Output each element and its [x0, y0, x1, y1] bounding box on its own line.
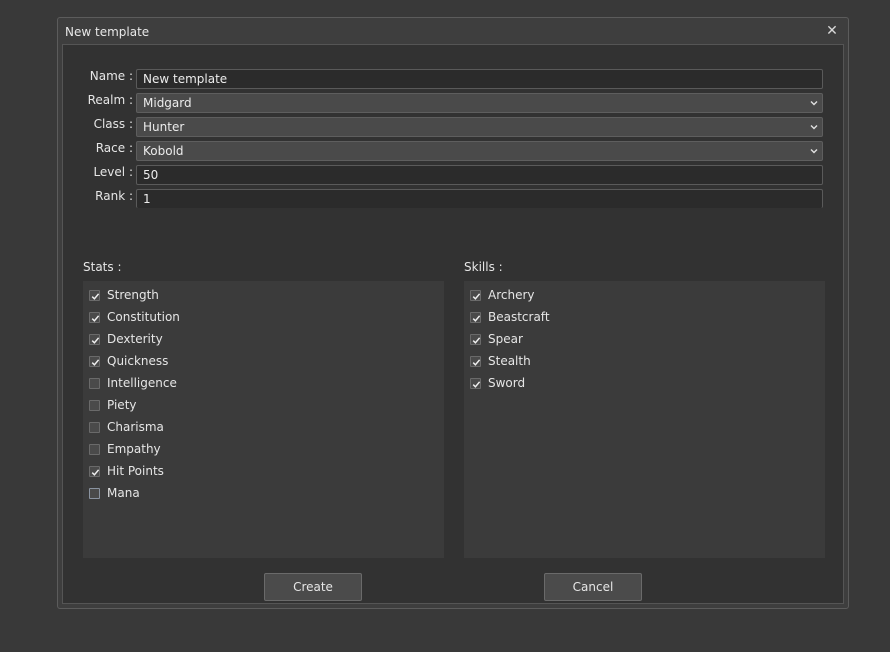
- checkbox[interactable]: [89, 355, 100, 367]
- checkbox-label: Beastcraft: [488, 310, 550, 324]
- skills-item-spear[interactable]: Spear: [470, 330, 523, 348]
- checkbox-label: Mana: [107, 486, 140, 500]
- checkbox[interactable]: [470, 355, 481, 367]
- stats-item-charisma[interactable]: Charisma: [89, 418, 164, 436]
- skills-item-sword[interactable]: Sword: [470, 374, 525, 392]
- level-label: Level :: [93, 165, 133, 179]
- checkbox[interactable]: [89, 421, 100, 433]
- checkbox[interactable]: [89, 311, 100, 323]
- title-bar[interactable]: New template ✕: [58, 18, 848, 44]
- checkmark-icon: [472, 314, 481, 322]
- checkbox[interactable]: [470, 289, 481, 301]
- checkbox-label: Intelligence: [107, 376, 177, 390]
- skills-item-archery[interactable]: Archery: [470, 286, 535, 304]
- chevron-down-icon: [810, 149, 818, 154]
- checkbox-label: Hit Points: [107, 464, 164, 478]
- skills-item-stealth[interactable]: Stealth: [470, 352, 531, 370]
- stats-item-hit-points[interactable]: Hit Points: [89, 462, 164, 480]
- dialog-content: Name : New template Realm : Midgard Clas…: [62, 44, 844, 604]
- checkmark-icon: [472, 336, 481, 344]
- stats-item-constitution[interactable]: Constitution: [89, 308, 180, 326]
- checkbox-label: Piety: [107, 398, 137, 412]
- skills-item-beastcraft[interactable]: Beastcraft: [470, 308, 550, 326]
- checkbox[interactable]: [470, 311, 481, 323]
- skills-list[interactable]: Archery Beastcraft Spear Stealth Sword: [464, 281, 825, 558]
- checkbox-label: Dexterity: [107, 332, 163, 346]
- checkbox-label: Charisma: [107, 420, 164, 434]
- stats-item-dexterity[interactable]: Dexterity: [89, 330, 163, 348]
- chevron-down-icon: [810, 125, 818, 130]
- chevron-down-icon: [810, 101, 818, 106]
- dialog-title: New template: [65, 25, 150, 39]
- rank-input[interactable]: 1: [136, 189, 823, 208]
- name-input[interactable]: New template: [136, 69, 823, 89]
- realm-label: Realm :: [87, 93, 133, 107]
- race-value: Kobold: [143, 144, 184, 158]
- checkmark-icon: [91, 336, 100, 344]
- checkbox[interactable]: [89, 289, 100, 301]
- name-label: Name :: [89, 69, 133, 83]
- stats-item-intelligence[interactable]: Intelligence: [89, 374, 177, 392]
- checkbox[interactable]: [89, 487, 100, 499]
- checkbox-label: Spear: [488, 332, 523, 346]
- checkbox-label: Quickness: [107, 354, 169, 368]
- skills-label: Skills :: [464, 260, 503, 274]
- create-button[interactable]: Create: [264, 573, 362, 601]
- new-template-dialog: New template ✕ Name : New template Realm…: [57, 17, 849, 609]
- checkbox-label: Empathy: [107, 442, 161, 456]
- checkbox-label: Archery: [488, 288, 535, 302]
- cancel-button[interactable]: Cancel: [544, 573, 642, 601]
- checkmark-icon: [472, 292, 481, 300]
- realm-value: Midgard: [143, 96, 192, 110]
- class-value: Hunter: [143, 120, 185, 134]
- class-label: Class :: [93, 117, 133, 131]
- checkbox-label: Stealth: [488, 354, 531, 368]
- stats-item-strength[interactable]: Strength: [89, 286, 159, 304]
- checkbox-label: Strength: [107, 288, 159, 302]
- race-select[interactable]: Kobold: [136, 141, 823, 161]
- rank-label: Rank :: [95, 189, 133, 203]
- checkbox[interactable]: [470, 333, 481, 345]
- checkbox[interactable]: [89, 333, 100, 345]
- checkmark-icon: [472, 358, 481, 366]
- race-label: Race :: [95, 141, 133, 155]
- stats-item-piety[interactable]: Piety: [89, 396, 137, 414]
- checkmark-icon: [91, 292, 100, 300]
- checkbox[interactable]: [89, 399, 100, 411]
- checkbox-label: Sword: [488, 376, 526, 390]
- checkbox[interactable]: [89, 377, 100, 389]
- stats-item-quickness[interactable]: Quickness: [89, 352, 168, 370]
- level-input[interactable]: 50: [136, 165, 823, 185]
- checkbox[interactable]: [89, 465, 100, 477]
- checkbox[interactable]: [89, 443, 100, 455]
- stats-list[interactable]: Strength Constitution Dexterity Quickness In…: [83, 281, 444, 558]
- class-select[interactable]: Hunter: [136, 117, 823, 137]
- stats-item-empathy[interactable]: Empathy: [89, 440, 161, 458]
- checkmark-icon: [91, 358, 100, 366]
- checkbox-label: Constitution: [107, 310, 180, 324]
- stats-item-mana[interactable]: Mana: [89, 484, 140, 502]
- realm-select[interactable]: Midgard: [136, 93, 823, 113]
- stats-label: Stats :: [83, 260, 122, 274]
- checkmark-icon: [91, 314, 100, 322]
- checkmark-icon: [91, 468, 100, 476]
- checkbox[interactable]: [470, 377, 481, 389]
- checkmark-icon: [472, 380, 481, 388]
- close-icon[interactable]: ✕: [824, 23, 840, 39]
